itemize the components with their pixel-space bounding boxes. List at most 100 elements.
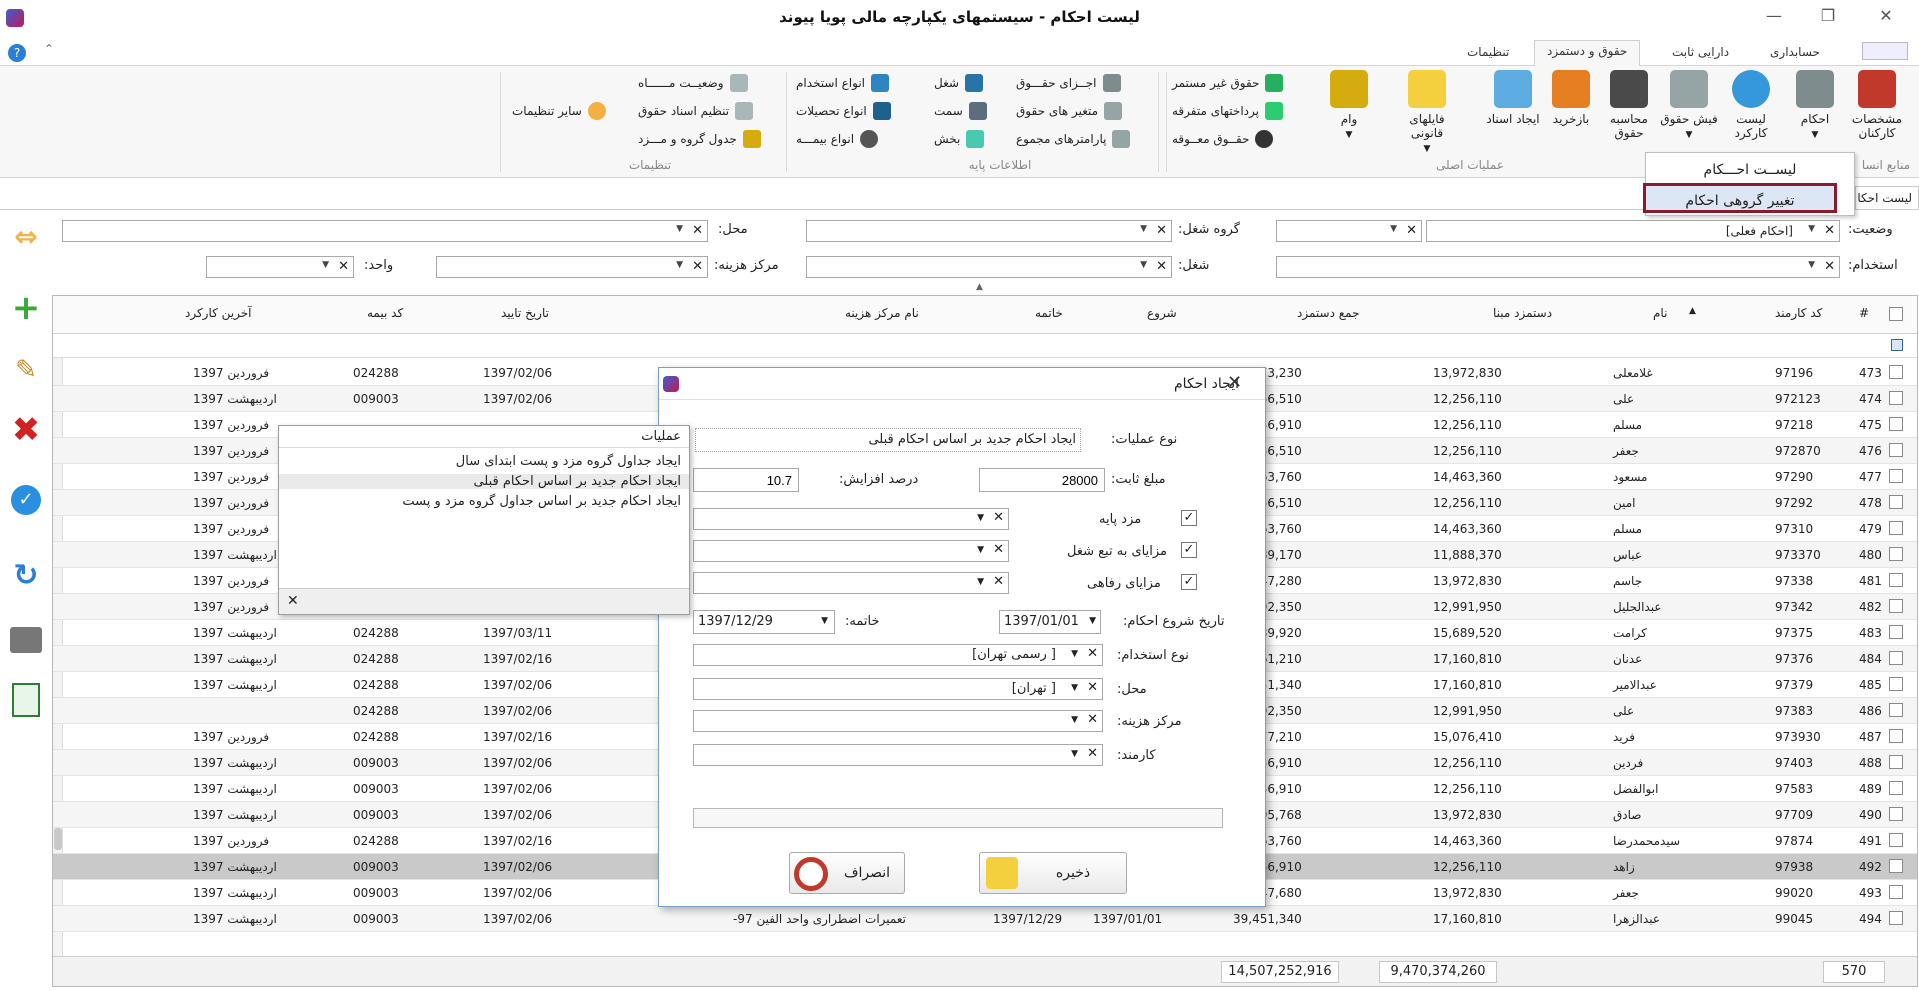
row-checkbox[interactable]: [1889, 573, 1903, 587]
col-insurance-code[interactable]: کد بیمه: [367, 306, 403, 320]
row-checkbox[interactable]: [1889, 911, 1903, 925]
chevron-down-icon[interactable]: ▼: [1140, 260, 1147, 270]
chevron-down-icon[interactable]: ▼: [676, 260, 683, 270]
employee-profile-button[interactable]: مشخصات کارکنان: [1848, 70, 1906, 156]
chevron-down-icon[interactable]: ▼: [1140, 224, 1147, 234]
menu-item-bulk-change[interactable]: تغییر گروهی احکام: [1643, 183, 1837, 213]
pay-components-button[interactable]: اجــزای حقـــوق: [1016, 72, 1121, 94]
delete-icon[interactable]: ✖: [6, 410, 46, 450]
tab-fixed-assets[interactable]: دارایی ثابت: [1660, 42, 1741, 66]
maximize-button[interactable]: ❐: [1814, 6, 1842, 30]
confirm-icon[interactable]: ✓: [6, 480, 46, 520]
cost-center-combo[interactable]: ✕ ▼: [436, 256, 708, 278]
swap-arrows-icon[interactable]: ⇔: [6, 216, 46, 256]
row-checkbox[interactable]: [1889, 443, 1903, 457]
chevron-down-icon[interactable]: ▼: [1071, 649, 1078, 659]
dialog-place-combo[interactable]: ✕ ▼ [ تهران]: [693, 678, 1103, 700]
employment-type-combo[interactable]: ✕ ▼ [ رسمی تهران]: [693, 644, 1103, 666]
clear-icon[interactable]: ✕: [993, 542, 1004, 557]
chevron-down-icon[interactable]: ▼: [1808, 224, 1815, 234]
row-checkbox[interactable]: [1889, 729, 1903, 743]
row-checkbox[interactable]: [1889, 833, 1903, 847]
grid-filter-row[interactable]: [53, 334, 1917, 358]
job-benefits-combo[interactable]: ✕ ▼: [693, 540, 1009, 562]
status-combo[interactable]: ✕ ▼ [احکام فعلی]: [1426, 220, 1840, 242]
select-all-checkbox[interactable]: [1889, 307, 1903, 321]
print-icon[interactable]: [6, 620, 46, 660]
insurance-types-button[interactable]: انواع بیمـــه: [796, 128, 879, 150]
unit-combo[interactable]: ✕ ▼: [206, 256, 354, 278]
increase-input[interactable]: [693, 468, 799, 492]
employee-combo[interactable]: ✕ ▼: [693, 744, 1103, 766]
status-secondary-combo[interactable]: ✕ ▼: [1276, 220, 1422, 242]
chevron-down-icon[interactable]: ▼: [322, 260, 329, 270]
row-checkbox[interactable]: [1889, 625, 1903, 639]
collapse-ribbon-icon[interactable]: ⌃: [44, 42, 54, 56]
chevron-down-icon[interactable]: ▼: [1071, 683, 1078, 693]
col-cost-center[interactable]: نام مرکز هزینه: [845, 306, 919, 320]
non-continuous-pay-button[interactable]: حقوق غیر مستمر: [1172, 72, 1284, 94]
clear-icon[interactable]: ✕: [1156, 259, 1167, 274]
save-button[interactable]: ذخیره: [979, 852, 1127, 894]
row-checkbox[interactable]: [1889, 651, 1903, 665]
employment-combo[interactable]: ✕ ▼: [1276, 256, 1840, 278]
col-start[interactable]: شروع: [1147, 306, 1177, 320]
education-types-button[interactable]: انواع تحصیلات: [796, 100, 891, 122]
row-checkbox[interactable]: [1889, 755, 1903, 769]
clear-icon[interactable]: ✕: [692, 259, 703, 274]
employment-types-button[interactable]: انواع استخدام: [796, 72, 889, 94]
clear-icon[interactable]: ✕: [1406, 223, 1417, 238]
row-checkbox[interactable]: [1889, 599, 1903, 613]
pay-variables-button[interactable]: متغیر های حقوق: [1016, 100, 1123, 122]
start-date-picker[interactable]: 1397/01/01 ▼: [999, 610, 1101, 634]
chevron-down-icon[interactable]: ▼: [1390, 224, 1397, 234]
department-button[interactable]: بخش: [934, 128, 985, 150]
chevron-down-icon[interactable]: ▼: [977, 545, 984, 555]
position-button[interactable]: سمت: [934, 100, 987, 122]
work-list-button[interactable]: لیست کارکرد: [1722, 70, 1780, 156]
sum-params-button[interactable]: پارامترهای مجموع: [1016, 128, 1131, 150]
row-checkbox[interactable]: [1889, 547, 1903, 561]
popup-item[interactable]: ایجاد احکام جدید بر اساس جداول گروه مزد …: [402, 494, 681, 509]
clear-icon[interactable]: ✕: [1087, 712, 1098, 727]
col-emp-code[interactable]: کد کارمند: [1775, 306, 1822, 320]
clear-icon[interactable]: ✕: [1087, 746, 1098, 761]
add-icon[interactable]: +: [6, 288, 46, 328]
job-button[interactable]: شغل: [934, 72, 983, 94]
legal-files-button[interactable]: فایلهای قانونی ▼: [1394, 70, 1460, 156]
calculate-payroll-button[interactable]: محاسبه حقوق: [1600, 70, 1658, 156]
payroll-doc-settings-button[interactable]: تنظیم اسناد حقوق: [638, 100, 754, 122]
payslip-button[interactable]: فیش حقوق ▼: [1660, 70, 1718, 156]
chevron-down-icon[interactable]: ▼: [676, 224, 683, 234]
row-checkbox[interactable]: [1889, 859, 1903, 873]
end-date-picker[interactable]: 1397/12/29 ▼: [693, 610, 835, 634]
chevron-down-icon[interactable]: ▼: [1808, 260, 1815, 270]
clear-icon[interactable]: ✕: [1087, 646, 1098, 661]
misc-payments-button[interactable]: پرداختهای متفرقه: [1172, 100, 1283, 122]
minimize-button[interactable]: —: [1760, 6, 1788, 30]
base-wage-checkbox[interactable]: ✓: [1181, 510, 1197, 526]
layout-toggle-icon[interactable]: [1862, 42, 1908, 60]
close-button[interactable]: ✕: [1872, 6, 1900, 30]
buyout-button[interactable]: بازخرید: [1542, 70, 1600, 156]
refresh-icon[interactable]: ↻: [6, 555, 46, 595]
cancel-button[interactable]: انصراف: [789, 852, 905, 894]
chevron-down-icon[interactable]: ▼: [977, 577, 984, 587]
row-checkbox[interactable]: [1889, 391, 1903, 405]
col-num[interactable]: #: [1859, 306, 1869, 320]
clear-icon[interactable]: ✕: [1156, 223, 1167, 238]
filter-row-icon[interactable]: [1891, 339, 1903, 351]
clear-icon[interactable]: ✕: [993, 574, 1004, 589]
row-checkbox[interactable]: [1889, 495, 1903, 509]
popup-item[interactable]: ایجاد جداول گروه مزد و پست ابتدای سال: [456, 454, 681, 469]
col-base-wage[interactable]: دستمزد مبنا: [1493, 306, 1552, 320]
chevron-down-icon[interactable]: ▼: [1071, 749, 1078, 759]
op-type-combo[interactable]: ▼ ایجاد احکام جدید بر اساس احکام قبلی: [672, 428, 1081, 452]
row-checkbox[interactable]: [1889, 703, 1903, 717]
tab-accounting[interactable]: حسابداری: [1758, 42, 1832, 66]
row-checkbox[interactable]: [1889, 807, 1903, 821]
deferred-pay-button[interactable]: حقــوق معــوقه: [1172, 128, 1274, 150]
chevron-down-icon[interactable]: ▼: [1071, 715, 1078, 725]
menu-item-decree-list[interactable]: لیســت احـــکام: [1646, 155, 1854, 185]
clear-icon[interactable]: ✕: [1087, 680, 1098, 695]
